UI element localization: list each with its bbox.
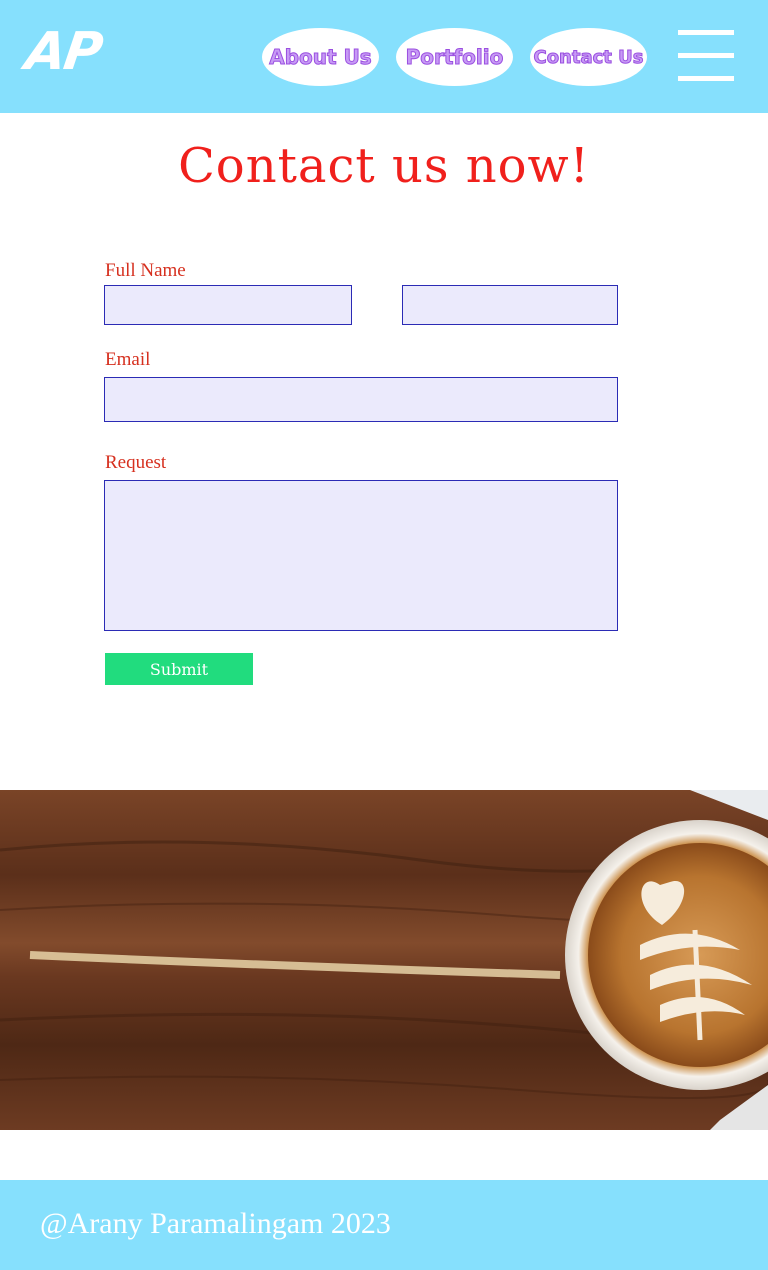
hamburger-menu-icon[interactable] [678, 30, 734, 82]
site-logo[interactable]: AP [22, 22, 105, 82]
email-label: Email [105, 349, 151, 370]
submit-button[interactable]: Submit [105, 653, 253, 685]
page-title: Contact us now! [178, 138, 590, 194]
last-name-field[interactable] [402, 285, 618, 325]
menu-bar [678, 30, 734, 35]
request-label: Request [105, 452, 167, 473]
coffee-photo [0, 790, 768, 1130]
request-textarea[interactable] [104, 480, 618, 631]
site-header [0, 0, 768, 113]
email-field[interactable] [104, 377, 618, 422]
menu-bar [678, 53, 734, 58]
footer-copyright: @Arany Paramalingam 2023 [40, 1207, 391, 1240]
full-name-label: Full Name [105, 260, 186, 281]
nav-about-us[interactable]: About Us [262, 28, 379, 86]
nav-portfolio[interactable]: Portfolio [396, 28, 513, 86]
first-name-field[interactable] [104, 285, 352, 325]
menu-bar [678, 76, 734, 81]
nav-contact-us[interactable]: Contact Us [530, 28, 647, 86]
